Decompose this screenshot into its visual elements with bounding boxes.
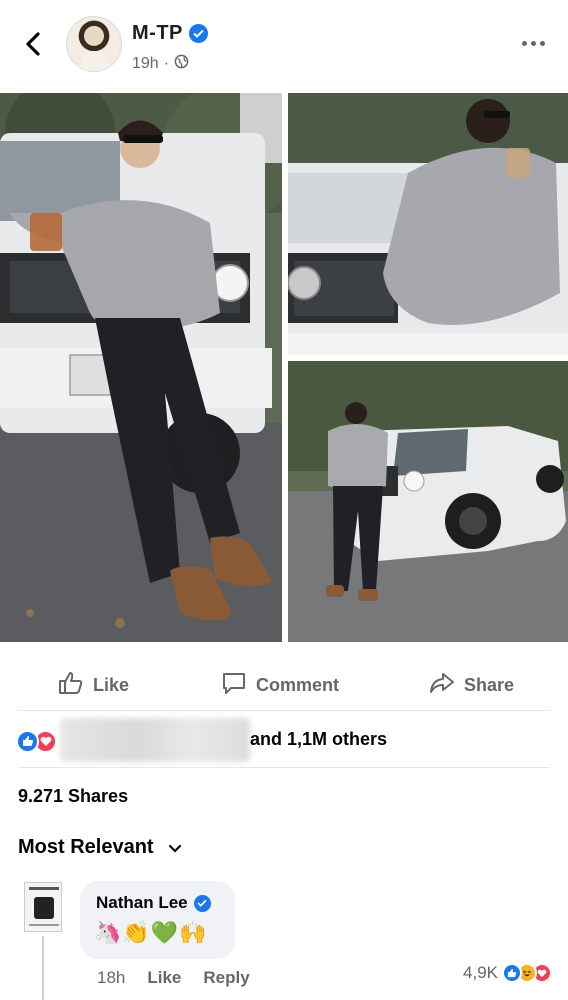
post-meta: 19h · [132, 54, 189, 74]
back-arrow-icon[interactable] [18, 26, 48, 62]
post-photo-3[interactable] [288, 361, 568, 642]
blurred-names [60, 718, 250, 762]
author-name[interactable]: M-TP [132, 22, 183, 45]
comment-reaction-count: 4,9K [463, 963, 498, 982]
verified-badge-icon [193, 894, 211, 912]
comment-reactions[interactable]: 4,9K [463, 963, 552, 983]
comment-footer: 18h Like Reply [97, 968, 250, 988]
globe-icon [174, 54, 189, 74]
comment-bubble-icon [221, 671, 247, 700]
commenter-name[interactable]: Nathan Lee [96, 893, 188, 913]
comment-time: 18h [97, 968, 126, 987]
comment-like-button[interactable]: Like [147, 968, 181, 988]
comment-reply-button[interactable]: Reply [203, 968, 249, 988]
thread-line [42, 936, 44, 1000]
divider [18, 710, 550, 711]
thumbs-up-icon [58, 671, 84, 700]
like-reaction-icon [16, 729, 39, 753]
post-action-bar: Like Comment Share [0, 664, 568, 706]
share-arrow-icon [429, 671, 455, 700]
comment-button[interactable]: Comment [221, 664, 339, 706]
shares-count[interactable]: 9.271 Shares [18, 786, 128, 807]
post-photo-1[interactable] [0, 93, 282, 642]
like-label: Like [93, 674, 130, 695]
like-button[interactable]: Like [58, 664, 129, 706]
post-header: M-TP 19h · [0, 0, 568, 90]
like-reaction-icon [502, 963, 522, 983]
more-options-icon[interactable] [518, 36, 548, 50]
share-label: Share [464, 674, 515, 695]
post-photo-2[interactable] [288, 93, 568, 355]
sort-label: Most Relevant [18, 836, 154, 858]
commenter-name-row: Nathan Lee [96, 893, 211, 913]
commenter-avatar[interactable] [24, 882, 62, 932]
verified-badge-icon [188, 24, 208, 43]
meta-separator: · [163, 55, 170, 72]
divider [18, 767, 550, 768]
author-avatar[interactable] [66, 16, 122, 72]
author-name-row: M-TP [132, 22, 208, 45]
reaction-count-text[interactable]: and 1,1M others [250, 729, 387, 750]
post-time[interactable]: 19h [132, 55, 159, 73]
comment-text: 🦄👏💚🙌 [94, 921, 208, 946]
comment-bubble[interactable]: Nathan Lee 🦄👏💚🙌 [80, 881, 235, 959]
share-button[interactable]: Share [429, 664, 514, 706]
comment-sort-dropdown[interactable]: Most Relevant [18, 836, 182, 859]
chevron-down-icon [168, 836, 182, 859]
comment-label: Comment [256, 674, 340, 695]
reaction-icons[interactable] [16, 726, 57, 756]
